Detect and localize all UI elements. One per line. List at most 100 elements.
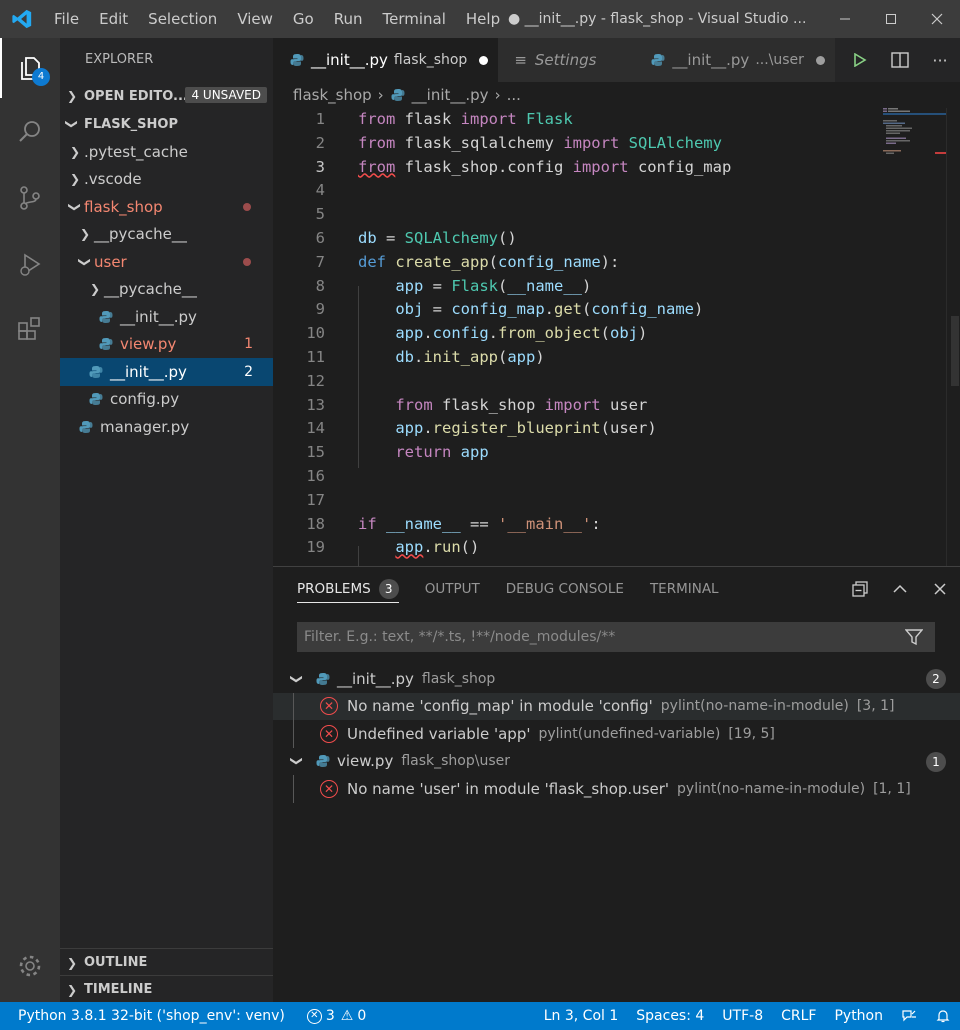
- tree-item-flask-shop[interactable]: ❯ flask_shop: [60, 193, 273, 221]
- problems-count-badge: 3: [378, 579, 399, 599]
- collapse-all-icon[interactable]: [840, 581, 880, 597]
- chevron-down-icon: ❯: [68, 201, 82, 212]
- chevron-right-icon: ❯: [69, 144, 81, 159]
- tab-label: __init__.py: [311, 51, 388, 69]
- tab-output[interactable]: OUTPUT: [425, 567, 480, 611]
- more-actions-icon[interactable]: ···: [920, 51, 960, 70]
- code-line-16: 16: [306, 467, 325, 485]
- tree-item-user[interactable]: ❯ user: [60, 248, 273, 276]
- tree-item-vscode[interactable]: ❯ .vscode: [60, 166, 273, 194]
- tab-problems[interactable]: PROBLEMS 3: [297, 567, 399, 611]
- run-file-icon[interactable]: [840, 53, 880, 67]
- notifications-bell-icon[interactable]: [926, 1002, 960, 1030]
- tree-item-label: manager.py: [100, 417, 190, 436]
- feedback-icon[interactable]: [892, 1002, 926, 1030]
- problems-filter-input[interactable]: Filter. E.g.: text, **/*.ts, !**/node_mo…: [297, 622, 935, 652]
- problem-position: [1, 1]: [873, 780, 911, 797]
- chevron-down-icon: ❯: [290, 673, 304, 684]
- menu-help[interactable]: Help: [456, 0, 510, 38]
- chevron-right-icon: ❯: [69, 172, 81, 187]
- unsaved-dot-icon[interactable]: [479, 55, 489, 65]
- status-bar: Python 3.8.1 32-bit ('shop_env': venv) ✕…: [0, 1002, 960, 1030]
- menu-selection[interactable]: Selection: [138, 0, 227, 38]
- problem-group-init[interactable]: ❯ __init__.py flask_shop 2: [273, 665, 960, 693]
- code-editor[interactable]: 1 from flask import Flask 2 from flask_sql…: [273, 108, 960, 566]
- problem-item[interactable]: ✕ No name 'config_map' in module 'config…: [273, 692, 960, 720]
- tree-guide: [293, 692, 294, 720]
- indentation[interactable]: Spaces: 4: [627, 1002, 713, 1030]
- python-file-icon: [78, 419, 94, 435]
- outline-section[interactable]: ❯ OUTLINE: [60, 948, 273, 976]
- tree-item-flask-shop-init[interactable]: __init__.py 2: [60, 358, 273, 386]
- code-line-18: 18 if __name__ == '__main__':: [306, 514, 601, 533]
- timeline-section[interactable]: ❯ TIMELINE: [60, 975, 273, 1003]
- unsaved-dot-icon[interactable]: [815, 55, 825, 65]
- line-ending[interactable]: CRLF: [772, 1002, 825, 1030]
- tree-item-label: user: [94, 252, 127, 271]
- menu-view[interactable]: View: [227, 0, 283, 38]
- minimize-button[interactable]: [822, 0, 868, 38]
- close-panel-icon[interactable]: [920, 582, 960, 596]
- problem-file-path: flask_shop\user: [401, 753, 511, 770]
- problem-group-view[interactable]: ❯ view.py flask_shop\user 1: [273, 748, 960, 776]
- cursor-position[interactable]: Ln 3, Col 1: [535, 1002, 628, 1030]
- maximize-button[interactable]: [868, 0, 914, 38]
- code-line-13: 13 from flask_shop import user: [306, 395, 648, 414]
- editor-scrollbar[interactable]: [946, 108, 960, 566]
- close-window-button[interactable]: [914, 0, 960, 38]
- problem-item[interactable]: ✕ Undefined variable 'app' pylint(undefi…: [273, 720, 960, 748]
- maximize-panel-icon[interactable]: [880, 581, 920, 597]
- tree-item-view-py[interactable]: view.py 1: [60, 331, 273, 359]
- tab-flask-shop-init[interactable]: __init__.py flask_shop: [273, 38, 499, 82]
- tree-item-user-init[interactable]: __init__.py: [60, 303, 273, 331]
- tree-item-pytest-cache[interactable]: ❯ .pytest_cache: [60, 138, 273, 166]
- filter-icon[interactable]: [904, 628, 924, 650]
- breadcrumb-symbol[interactable]: ...: [507, 86, 521, 104]
- breadcrumb-folder[interactable]: flask_shop: [293, 86, 372, 104]
- run-debug-icon[interactable]: [0, 234, 60, 294]
- tab-debug-console[interactable]: DEBUG CONSOLE: [506, 567, 624, 611]
- problem-source: pylint(undefined-variable): [538, 725, 721, 742]
- tree-item-pycache[interactable]: ❯ __pycache__: [60, 221, 273, 249]
- tab-terminal[interactable]: TERMINAL: [650, 567, 719, 611]
- explorer-icon[interactable]: 4: [0, 38, 60, 98]
- manage-gear-icon[interactable]: [0, 936, 60, 996]
- problems-summary[interactable]: ✕ 3 ⚠ 0: [298, 1002, 375, 1030]
- problem-file-name: view.py: [337, 752, 394, 771]
- source-control-icon[interactable]: [0, 168, 60, 228]
- open-editors-section[interactable]: ❯ OPEN EDITO... 4 UNSAVED: [60, 82, 273, 110]
- workspace-root[interactable]: ❯ FLASK_SHOP: [60, 110, 273, 138]
- chevron-right-icon: ❯: [79, 227, 91, 242]
- title-bar: File Edit Selection View Go Run Terminal…: [0, 0, 960, 38]
- menu-terminal[interactable]: Terminal: [373, 0, 456, 38]
- encoding[interactable]: UTF-8: [713, 1002, 772, 1030]
- tree-item-manager-py[interactable]: manager.py: [60, 413, 273, 441]
- tree-item-user-pycache[interactable]: ❯ __pycache__: [60, 276, 273, 304]
- problem-item[interactable]: ✕ No name 'user' in module 'flask_shop.u…: [273, 775, 960, 803]
- tab-settings[interactable]: ≡ Settings: [498, 38, 635, 82]
- extensions-icon[interactable]: [0, 298, 60, 358]
- explorer-badge: 4: [32, 68, 50, 86]
- scroll-thumb[interactable]: [951, 316, 959, 386]
- menu-edit[interactable]: Edit: [89, 0, 138, 38]
- menu-file[interactable]: File: [44, 0, 89, 38]
- problem-file-path: flask_shop: [421, 670, 496, 687]
- python-file-icon: [315, 671, 331, 687]
- error-dot: [243, 203, 251, 211]
- search-icon[interactable]: [0, 102, 60, 162]
- minimap[interactable]: [883, 108, 953, 168]
- breadcrumb-file[interactable]: __init__.py: [412, 86, 489, 104]
- panel-actions: [840, 567, 960, 611]
- menu-go[interactable]: Go: [283, 0, 324, 38]
- python-interpreter[interactable]: Python 3.8.1 32-bit ('shop_env': venv): [0, 1002, 294, 1030]
- menu-run[interactable]: Run: [324, 0, 373, 38]
- window-controls: [822, 0, 960, 38]
- problem-message: No name 'user' in module 'flask_shop.use…: [347, 779, 670, 798]
- code-line-6: 6 db = SQLAlchemy(): [315, 229, 517, 247]
- tab-user-init[interactable]: __init__.py ...\user: [634, 38, 835, 82]
- tree-item-config-py[interactable]: config.py: [60, 386, 273, 414]
- tab-label: Settings: [534, 51, 597, 69]
- warning-icon: ⚠: [340, 1008, 354, 1024]
- language-mode[interactable]: Python: [825, 1002, 892, 1030]
- split-editor-icon[interactable]: [880, 52, 920, 68]
